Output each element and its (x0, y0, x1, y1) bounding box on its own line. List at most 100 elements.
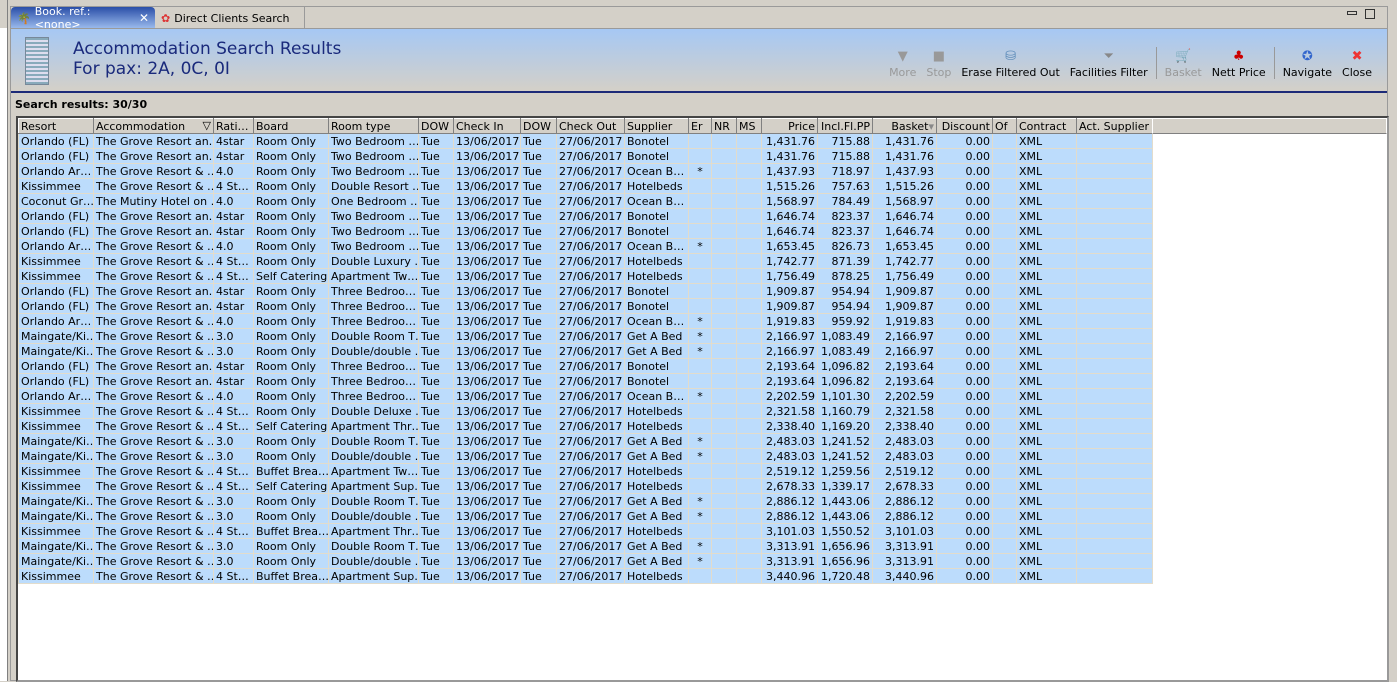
table-cell: Hotelbeds (624, 178, 689, 194)
table-cell: 0.00 (936, 313, 993, 329)
table-cell: Maingate/Ki… (18, 448, 94, 464)
table-cell: Ocean B… (624, 313, 689, 329)
table-cell: 0.00 (936, 133, 993, 149)
column-header[interactable]: MS (736, 118, 762, 134)
column-header[interactable]: Accommodation ▽ (93, 118, 214, 134)
table-cell: Room Only (253, 538, 329, 554)
table-cell: * (688, 433, 712, 449)
table-row[interactable]: Maingate/Ki… The Grove Resort & … 3.0 Room … (18, 538, 1153, 554)
column-header[interactable]: Board (253, 118, 329, 134)
table-row[interactable]: Kissimmee The Grove Resort & … 4 St… Buffet… (18, 568, 1153, 584)
table-row[interactable]: Kissimmee The Grove Resort & … 4 St… Self C… (18, 418, 1153, 434)
facilities-filter-button[interactable]: ⏷ Facilities Filter (1065, 48, 1153, 79)
table-row[interactable]: Orlando (FL) The Grove Resort an… 4star Roo… (18, 208, 1153, 224)
table-cell: The Grove Resort an… (93, 208, 214, 224)
table-cell (736, 538, 762, 554)
column-header[interactable]: NR (711, 118, 737, 134)
table-row[interactable]: Orlando (FL) The Grove Resort an… 4star Roo… (18, 133, 1153, 149)
table-cell: Tue (418, 463, 454, 479)
table-row[interactable]: Maingate/Ki… The Grove Resort & … 3.0 Room … (18, 433, 1153, 449)
table-cell: Double Room T… (328, 328, 419, 344)
table-cell: 0.00 (936, 493, 993, 509)
column-header[interactable]: Er (688, 118, 712, 134)
table-cell: 2,678.33 (872, 478, 937, 494)
close-button[interactable]: ✖ Close (1337, 48, 1377, 79)
table-row[interactable]: Maingate/Ki… The Grove Resort & … 3.0 Room … (18, 448, 1153, 464)
table-row[interactable]: Kissimmee The Grove Resort & … 4 St… Self C… (18, 268, 1153, 284)
table-cell: 13/06/2017 (453, 508, 521, 524)
table-cell: Orlando (FL) (18, 223, 94, 239)
table-cell: Tue (520, 253, 557, 269)
column-header[interactable]: Check In (453, 118, 521, 134)
column-header[interactable]: Price (761, 118, 818, 134)
table-cell (1076, 568, 1153, 584)
table-row[interactable]: Kissimmee The Grove Resort & … 4 St… Room O… (18, 403, 1153, 419)
table-row[interactable]: Kissimmee The Grove Resort & … 4 St… Room O… (18, 253, 1153, 269)
table-cell: XML (1016, 238, 1077, 254)
table-row[interactable]: Orlando (FL) The Grove Resort an… 4star Roo… (18, 283, 1153, 299)
table-cell (736, 223, 762, 239)
table-cell: 823.37 (817, 208, 873, 224)
table-row[interactable]: Orlando (FL) The Grove Resort an… 4star Roo… (18, 223, 1153, 239)
table-row[interactable]: Orlando Ar… The Grove Resort & … 4.0 Room O… (18, 388, 1153, 404)
table-row[interactable]: Coconut Gr… The Mutiny Hotel on … 4.0 Room … (18, 193, 1153, 209)
table-cell: Room Only (253, 343, 329, 359)
more-button[interactable]: ▼ More (884, 48, 921, 79)
table-row[interactable]: Kissimmee The Grove Resort & … 4 St… Room O… (18, 178, 1153, 194)
table-row[interactable]: Orlando (FL) The Grove Resort an… 4star Roo… (18, 298, 1153, 314)
nett-price-button[interactable]: ♣ Nett Price (1207, 48, 1271, 79)
table-cell: XML (1016, 223, 1077, 239)
table-cell: The Grove Resort an… (93, 358, 214, 374)
column-header[interactable]: DOW (520, 118, 557, 134)
table-cell: 27/06/2017 (556, 148, 625, 164)
column-header[interactable]: Check Out (556, 118, 625, 134)
filter-icon[interactable]: ▽ (203, 120, 211, 133)
column-header[interactable]: Act. Supplier (1076, 118, 1153, 134)
table-row[interactable]: Maingate/Ki… The Grove Resort & … 3.0 Room … (18, 343, 1153, 359)
basket-button[interactable]: 🛒 Basket (1160, 48, 1207, 79)
table-row[interactable]: Maingate/Ki… The Grove Resort & … 3.0 Room … (18, 553, 1153, 569)
column-header[interactable]: DOW (418, 118, 454, 134)
table-cell: Bonotel (624, 223, 689, 239)
table-cell: Tue (418, 403, 454, 419)
navigate-button[interactable]: ✪ Navigate (1278, 48, 1337, 79)
table-row[interactable]: Maingate/Ki… The Grove Resort & … 3.0 Room … (18, 508, 1153, 524)
column-header[interactable]: Discount (936, 118, 993, 134)
table-cell: Double/double … (328, 508, 419, 524)
table-cell: The Grove Resort an… (93, 283, 214, 299)
maximize-button[interactable] (1365, 9, 1375, 19)
table-row[interactable]: Orlando Ar… The Grove Resort & … 4.0 Room O… (18, 163, 1153, 179)
table-cell: 13/06/2017 (453, 538, 521, 554)
column-header[interactable]: Supplier (624, 118, 689, 134)
column-header[interactable]: Basket▾ (872, 118, 937, 134)
table-row[interactable]: Orlando (FL) The Grove Resort an… 4star Roo… (18, 358, 1153, 374)
erase-filtered-out-button[interactable]: ⛁ Erase Filtered Out (956, 48, 1064, 79)
column-header[interactable]: Contract (1016, 118, 1077, 134)
table-row[interactable]: Orlando (FL) The Grove Resort an… 4star Roo… (18, 373, 1153, 389)
column-header[interactable]: Of (992, 118, 1017, 134)
table-cell: 1,909.87 (872, 283, 937, 299)
table-row[interactable]: Maingate/Ki… The Grove Resort & … 3.0 Room … (18, 493, 1153, 509)
table-cell: The Grove Resort & … (93, 553, 214, 569)
table-row[interactable]: Kissimmee The Grove Resort & … 4 St… Self C… (18, 478, 1153, 494)
stop-button[interactable]: ■ Stop (921, 48, 956, 79)
minimize-button[interactable] (1347, 11, 1357, 15)
table-cell: 27/06/2017 (556, 553, 625, 569)
table-row[interactable]: Maingate/Ki… The Grove Resort & … 3.0 Room … (18, 328, 1153, 344)
table-row[interactable]: Kissimmee The Grove Resort & … 4 St… Buffet… (18, 523, 1153, 539)
table-cell: 27/06/2017 (556, 163, 625, 179)
table-row[interactable]: Kissimmee The Grove Resort & … 4 St… Buffet… (18, 463, 1153, 479)
table-cell: 0.00 (936, 418, 993, 434)
tab-booking[interactable]: 🌴 Book. ref.: <none> ✕ (11, 5, 155, 31)
table-row[interactable]: Orlando Ar… The Grove Resort & … 4.0 Room O… (18, 238, 1153, 254)
table-row[interactable]: Orlando Ar… The Grove Resort & … 4.0 Room O… (18, 313, 1153, 329)
table-row[interactable]: Orlando (FL) The Grove Resort an… 4star Roo… (18, 148, 1153, 164)
column-header[interactable]: Resort (18, 118, 94, 134)
tab-direct-clients-search[interactable]: ✿ Direct Clients Search (155, 7, 305, 29)
table-cell (1076, 433, 1153, 449)
table-cell (711, 148, 737, 164)
close-tab-icon[interactable]: ✕ (139, 11, 149, 25)
column-header[interactable]: Room type (328, 118, 419, 134)
column-header[interactable]: Rati… (213, 118, 254, 134)
column-header[interactable]: Incl.Fl.PP (817, 118, 873, 134)
